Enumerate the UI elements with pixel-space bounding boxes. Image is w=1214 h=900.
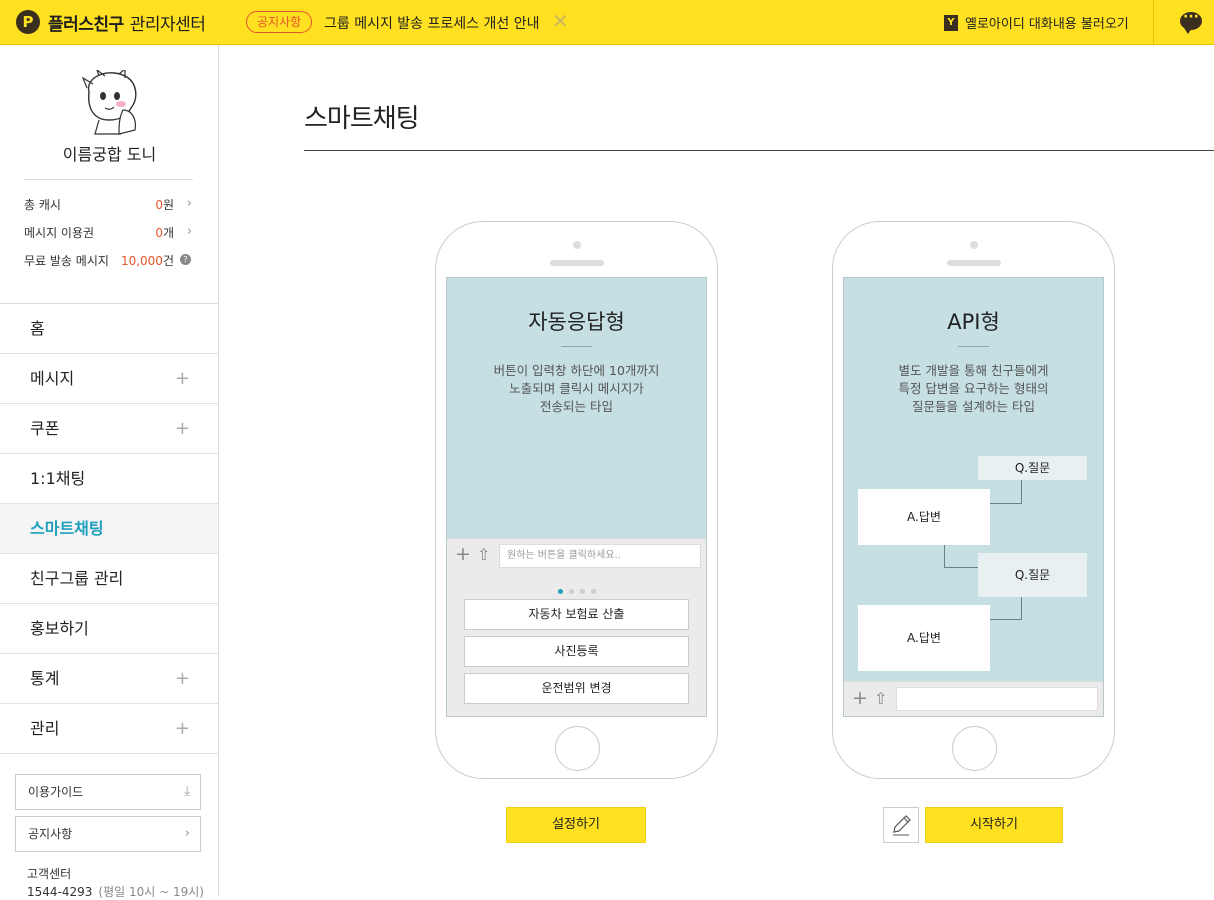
stat-value: 0원 xyxy=(155,198,174,212)
sidebar-menu: 홈 메시지 + 쿠폰 + 1:1채팅 스마트채팅 친구그룹 관리 홍보하기 통계 + … xyxy=(0,304,218,754)
notice-link[interactable]: 그룹 메시지 발송 프로세스 개선 안내 xyxy=(324,13,539,33)
flow-connector xyxy=(1021,597,1022,619)
divider xyxy=(561,346,592,347)
plusfriend-logo-icon: P xyxy=(16,10,40,34)
page-dot xyxy=(557,589,563,594)
start-button[interactable]: 시작하기 xyxy=(925,807,1063,843)
plus-icon: + xyxy=(174,668,190,689)
plus-icon: + xyxy=(174,418,190,439)
yellowid-import-label: 옐로아이디 대화내용 불러오기 xyxy=(965,17,1129,32)
quick-reply-button: 운전범위 변경 xyxy=(464,673,689,704)
speaker-icon xyxy=(550,260,604,266)
pencil-icon xyxy=(893,815,911,836)
flow-connector xyxy=(990,503,1022,504)
plus-icon: + xyxy=(455,543,471,565)
profile-name: 이름궁합 도니 xyxy=(62,145,157,164)
chat-input-field: 원하는 버튼을 클릭하세요.. xyxy=(499,544,701,568)
home-button-icon xyxy=(555,726,600,771)
logo-subtitle: 관리자센터 xyxy=(129,14,206,35)
notice-badge: 공지사항 xyxy=(246,11,313,33)
stat-label: 총 캐시 xyxy=(24,198,61,212)
page-dot xyxy=(579,589,585,594)
edit-button[interactable] xyxy=(883,807,919,843)
setup-button[interactable]: 설정하기 xyxy=(506,807,646,843)
sidebar-item-1on1-chat[interactable]: 1:1채팅 xyxy=(0,454,218,504)
logo[interactable]: P 플러스친구 관리자센터 xyxy=(16,10,206,35)
chat-input-field xyxy=(896,687,1098,711)
page-dot xyxy=(590,589,596,594)
divider xyxy=(24,179,193,180)
chat-bubble-icon[interactable] xyxy=(1180,9,1202,34)
sidebar-item-statistics[interactable]: 통계 + xyxy=(0,654,218,704)
sidebar-item-friend-groups[interactable]: 친구그룹 관리 xyxy=(0,554,218,604)
divider xyxy=(1153,0,1154,45)
auto-reply-screen: 자동응답형 버튼이 입력창 하단에 10개까지 노출되며 클릭시 메시지가 전송… xyxy=(446,277,707,717)
page-title: 스마트채팅 xyxy=(304,104,420,134)
answer-bubble: A.답변 xyxy=(858,489,990,545)
plus-icon: + xyxy=(174,368,190,389)
api-description: 별도 개발을 통해 친구들에게 특정 답변을 요구하는 형태의 질문들을 설계하… xyxy=(898,363,1049,414)
sidebar-item-message[interactable]: 메시지 + xyxy=(0,354,218,404)
auto-reply-description: 버튼이 입력창 하단에 10개까지 노출되며 클릭시 메시지가 전송되는 타입 xyxy=(493,363,660,414)
auto-reply-title: 자동응답형 xyxy=(528,310,625,334)
close-icon[interactable]: ✕ xyxy=(552,10,569,32)
customer-center-phone: 1544-4293 (평일 10시 ~ 19시) xyxy=(27,885,204,899)
chat-input-panel: + ⇧ xyxy=(844,681,1103,716)
avatar[interactable] xyxy=(79,70,141,136)
guide-button[interactable]: 이용가이드 ⤓ xyxy=(15,774,201,810)
flow-connector xyxy=(990,619,1022,620)
stat-free-messages: 무료 발송 메시지 10,000건 ? xyxy=(24,252,194,270)
chat-input-panel: + ⇧ 원하는 버튼을 클릭하세요.. 자동차 보험료 산출 사진등록 운전범위… xyxy=(447,538,706,716)
stat-value: 0개 xyxy=(155,226,174,240)
download-icon: ⤓ xyxy=(184,784,190,799)
page-dots xyxy=(447,579,706,598)
stat-label: 메시지 이용권 xyxy=(24,226,95,240)
divider xyxy=(304,150,1214,151)
plus-icon: + xyxy=(174,718,190,739)
up-arrow-icon: ⇧ xyxy=(874,689,888,708)
divider xyxy=(958,346,989,347)
flow-connector xyxy=(944,567,978,568)
chevron-right-icon: › xyxy=(186,224,192,239)
up-arrow-icon: ⇧ xyxy=(477,545,491,564)
page-dot xyxy=(568,589,574,594)
help-icon[interactable]: ? xyxy=(180,254,191,265)
sidebar-item-home[interactable]: 홈 xyxy=(0,304,218,354)
stat-value: 10,000건 xyxy=(120,254,174,268)
camera-icon xyxy=(573,241,581,249)
sidebar-item-coupon[interactable]: 쿠폰 + xyxy=(0,404,218,454)
sidebar-item-promotion[interactable]: 홍보하기 xyxy=(0,604,218,654)
stat-label: 무료 발송 메시지 xyxy=(24,254,109,268)
speaker-icon xyxy=(947,260,1001,266)
stat-message-voucher[interactable]: 메시지 이용권 0개 › xyxy=(24,224,194,242)
question-bubble: Q.질문 xyxy=(978,456,1087,480)
top-bar: P 플러스친구 관리자센터 공지사항 그룹 메시지 발송 프로세스 개선 안내 … xyxy=(0,0,1214,45)
home-button-icon xyxy=(952,726,997,771)
flow-connector xyxy=(1021,480,1022,504)
notice-button[interactable]: 공지사항 › xyxy=(15,816,201,852)
camera-icon xyxy=(970,241,978,249)
sidebar-item-management[interactable]: 관리 + xyxy=(0,704,218,754)
answer-bubble: A.답변 xyxy=(858,605,990,671)
logo-title: 플러스친구 xyxy=(48,14,124,35)
api-screen: API형 별도 개발을 통해 친구들에게 특정 답변을 요구하는 형태의 질문들… xyxy=(843,277,1104,717)
api-title: API형 xyxy=(947,310,1000,334)
chevron-right-icon: › xyxy=(184,826,190,841)
flow-connector xyxy=(944,545,945,567)
auto-reply-phone-mockup: 자동응답형 버튼이 입력창 하단에 10개까지 노출되며 클릭시 메시지가 전송… xyxy=(435,221,718,779)
stat-cash[interactable]: 총 캐시 0원 › xyxy=(24,196,194,214)
chevron-right-icon: › xyxy=(186,196,192,211)
sidebar: 이름궁합 도니 총 캐시 0원 › 메시지 이용권 0개 › 무료 발송 메시지… xyxy=(0,45,219,899)
plus-icon: + xyxy=(852,687,868,709)
yellowid-import-link[interactable]: Y 옐로아이디 대화내용 불러오기 xyxy=(944,13,1129,32)
quick-reply-button: 사진등록 xyxy=(464,636,689,667)
quick-reply-button: 자동차 보험료 산출 xyxy=(464,599,689,630)
customer-center-label: 고객센터 xyxy=(27,867,72,881)
yellowid-icon: Y xyxy=(944,14,958,31)
sidebar-item-smart-chat[interactable]: 스마트채팅 xyxy=(0,504,218,554)
question-bubble: Q.질문 xyxy=(978,553,1087,597)
api-phone-mockup: API형 별도 개발을 통해 친구들에게 특정 답변을 요구하는 형태의 질문들… xyxy=(832,221,1115,779)
